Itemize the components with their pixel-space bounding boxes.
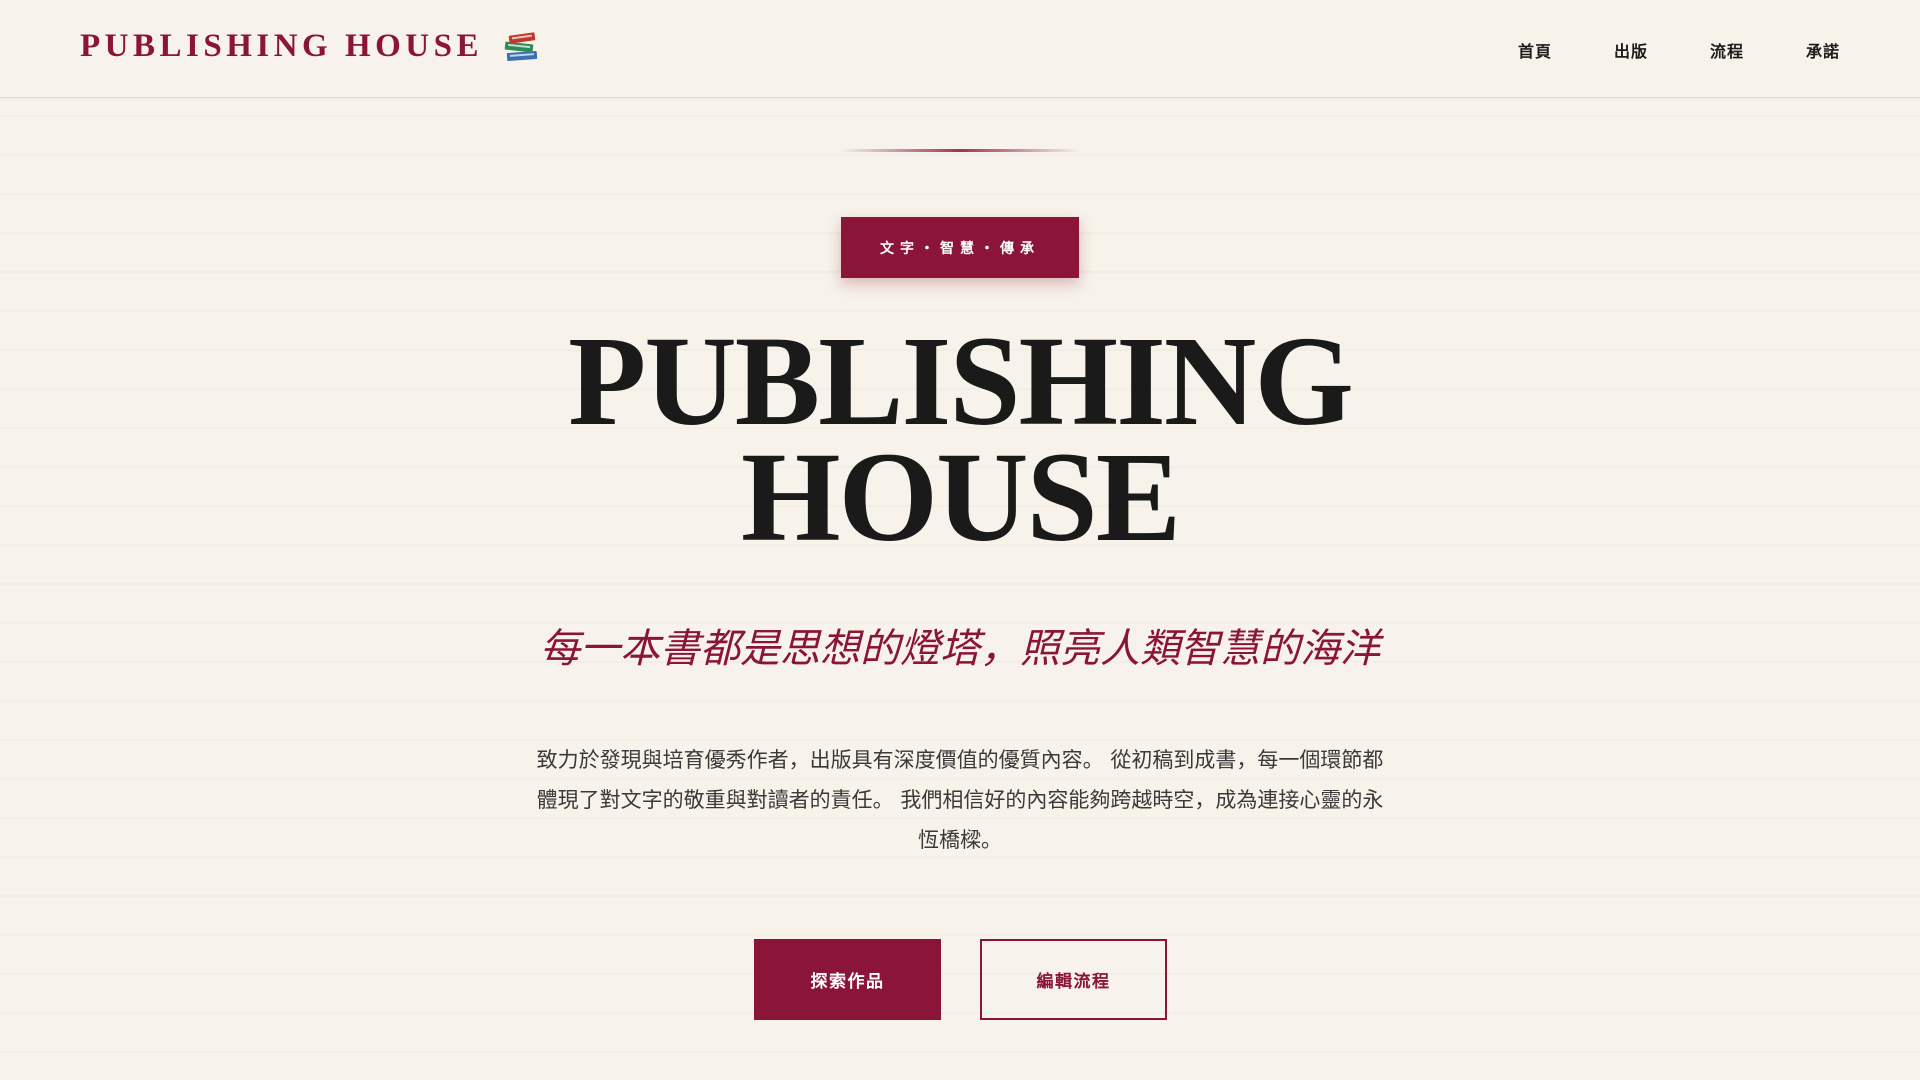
nav-item-home[interactable]: 首頁 bbox=[1518, 38, 1552, 62]
editing-process-button[interactable]: 編輯流程 bbox=[980, 939, 1167, 1020]
nav-item-process[interactable]: 流程 bbox=[1710, 38, 1744, 62]
books-icon bbox=[504, 31, 539, 62]
site-header: PUBLISHING HOUSE 首頁 出版 流程 承諾 bbox=[0, 0, 1920, 98]
hero-subtitle: 每一本書都是思想的燈塔，照亮人類智慧的海洋 bbox=[540, 626, 1380, 672]
site-logo[interactable]: PUBLISHING HOUSE bbox=[80, 28, 539, 65]
hero-title-line-1: PUBLISHING bbox=[568, 310, 1354, 452]
tagline-badge: 文字・智慧・傳承 bbox=[841, 217, 1079, 278]
hero-description: 致力於發現與培育優秀作者，出版具有深度價值的優質內容。 從初稿到成書，每一個環節… bbox=[536, 748, 1384, 852]
hero-title: PUBLISHING HOUSE bbox=[0, 310, 1920, 568]
nav-item-publishing[interactable]: 出版 bbox=[1614, 38, 1648, 62]
logo-text: PUBLISHING HOUSE bbox=[80, 28, 483, 64]
main-nav: 首頁 出版 流程 承諾 bbox=[1518, 38, 1840, 62]
decorative-divider bbox=[840, 149, 1080, 152]
hero-title-line-2: HOUSE bbox=[740, 426, 1181, 568]
explore-works-button[interactable]: 探索作品 bbox=[754, 939, 941, 1020]
nav-item-commitment[interactable]: 承諾 bbox=[1806, 38, 1840, 62]
